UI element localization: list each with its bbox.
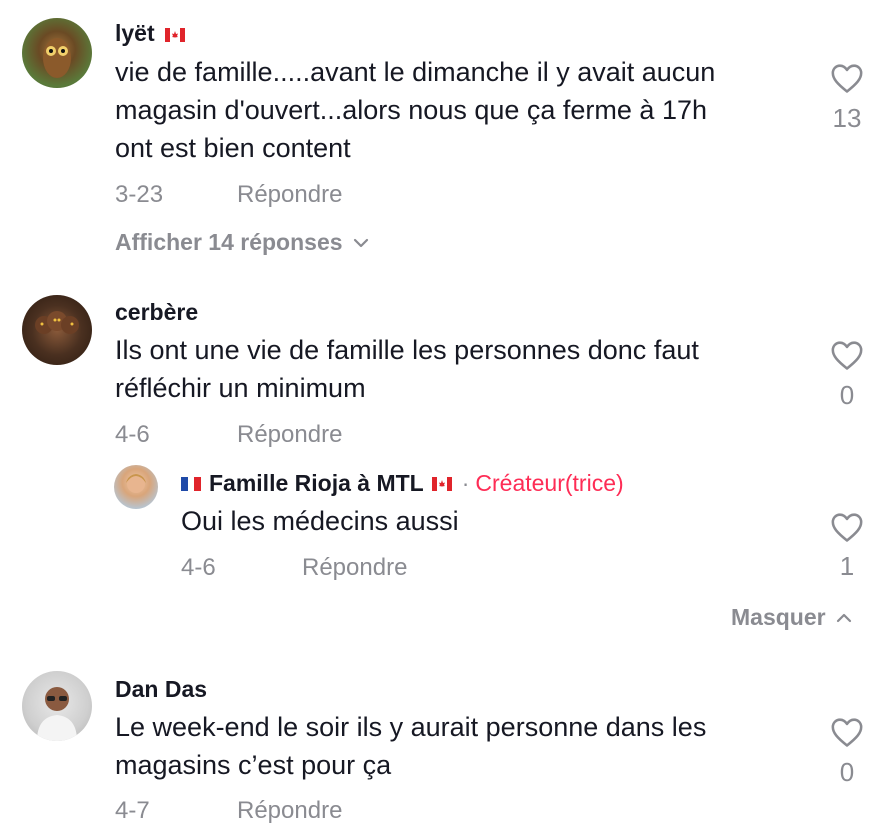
canada-flag-icon (431, 476, 452, 491)
chevron-down-icon (353, 238, 368, 247)
comment-text: vie de famille.....avant le dimanche il … (115, 53, 715, 167)
owl-avatar-image (43, 38, 71, 78)
comment-text-line: magasins c’est pour ça (115, 750, 392, 780)
cerberus-avatar-image (35, 311, 79, 334)
avatar[interactable] (22, 18, 92, 88)
like-count: 1 (839, 551, 855, 581)
comment-text-line: magasin d'ouvert...alors nous que ça fer… (115, 95, 707, 125)
like-button[interactable] (830, 511, 864, 548)
comment-username[interactable]: lyët (115, 20, 189, 47)
comment-date: 4-6 (115, 421, 150, 448)
reply-button[interactable]: Répondre (237, 421, 342, 449)
reply-button[interactable]: Répondre (237, 181, 342, 209)
like-button[interactable] (830, 339, 864, 376)
comment-text-line: réfléchir un minimum (115, 373, 366, 403)
comment-date: 3-23 (115, 181, 164, 208)
comment-text-line: ont est bien content (115, 133, 351, 163)
avatar[interactable] (22, 295, 92, 365)
hide-replies-button[interactable]: Masquer (731, 604, 852, 631)
separator-dot: · (461, 470, 470, 496)
reply-username[interactable]: Famille Rioja à MTL · Créateur(trice) (181, 470, 624, 497)
view-replies-button[interactable]: Afficher 14 réponses (115, 229, 369, 256)
comment-text: Le week-end le soir ils y aurait personn… (115, 708, 706, 784)
like-button[interactable] (830, 62, 864, 99)
comment-text-line: vie de famille.....avant le dimanche il … (115, 57, 716, 87)
chevron-up-icon (836, 613, 851, 622)
comment-text-line: Le week-end le soir ils y aurait personn… (115, 712, 707, 742)
comment-username[interactable]: Dan Das (115, 676, 207, 703)
person-avatar-image (37, 687, 77, 741)
avatar[interactable] (22, 671, 92, 741)
canada-flag-icon (165, 27, 186, 42)
reply-text: Oui les médecins aussi (181, 506, 459, 536)
reply-date: 4-6 (181, 554, 216, 581)
heart-icon (831, 64, 863, 93)
heart-icon (831, 718, 863, 747)
like-count: 0 (839, 380, 855, 410)
creator-avatar-image (126, 474, 146, 493)
reply-button[interactable]: Répondre (237, 797, 342, 825)
comment-text: Ils ont une vie de famille les personnes… (115, 331, 699, 407)
heart-icon (831, 341, 863, 370)
like-count: 0 (839, 757, 855, 787)
like-button[interactable] (830, 716, 864, 753)
avatar[interactable] (114, 465, 158, 509)
comment-text-line: Ils ont une vie de famille les personnes… (115, 335, 699, 365)
comment-username[interactable]: cerbère (115, 299, 198, 326)
creator-badge: Créateur(trice) (475, 470, 624, 496)
france-flag-icon (181, 476, 201, 491)
comment-date: 4-7 (115, 797, 150, 824)
heart-icon (831, 513, 863, 542)
reply-button[interactable]: Répondre (302, 554, 407, 582)
like-count: 13 (832, 103, 862, 133)
